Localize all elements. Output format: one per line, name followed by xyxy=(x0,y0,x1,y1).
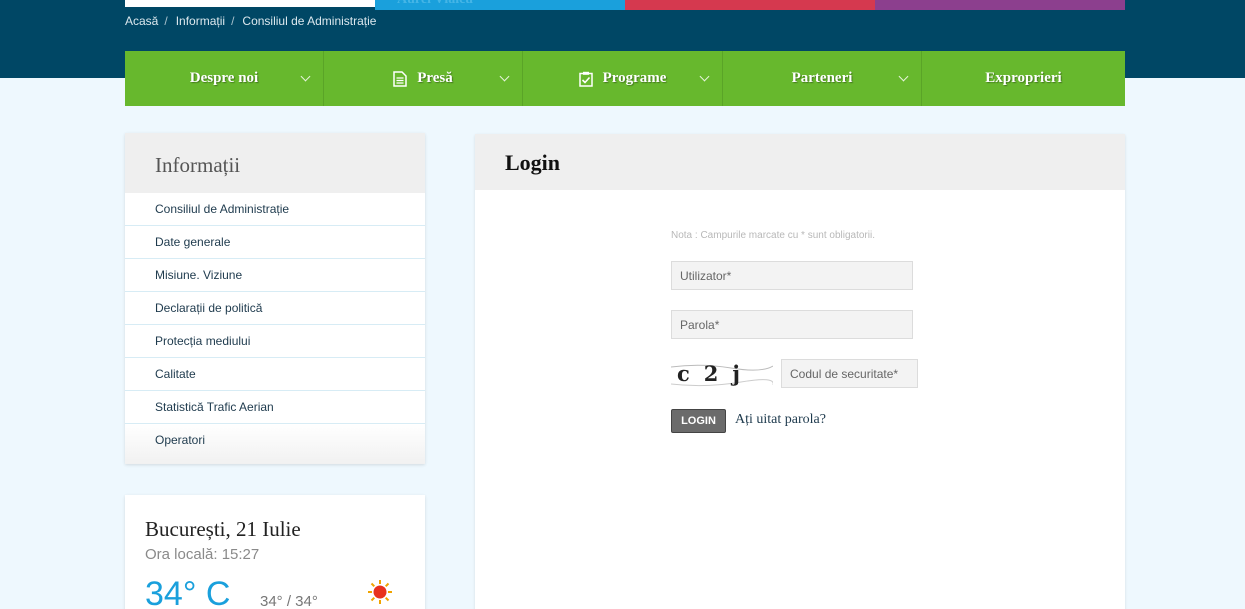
sidebar-item-consiliul[interactable]: Consiliul de Administrație xyxy=(125,193,425,226)
chevron-down-icon xyxy=(499,71,510,82)
nav-label: Parteneri xyxy=(791,70,853,86)
strip-red xyxy=(625,0,875,10)
color-strip: Aurel Vlaicu xyxy=(125,0,1125,10)
sidebar-item-protectia-mediului[interactable]: Protecția mediului xyxy=(125,325,425,358)
main-nav: Despre noi Presă Programe Parteneri Expr… xyxy=(125,51,1125,106)
nav-item-presa[interactable]: Presă xyxy=(324,51,523,106)
document-icon xyxy=(393,70,407,87)
captcha-text: c2j xyxy=(677,361,754,386)
sun-icon xyxy=(368,580,392,604)
banner-text: Aurel Vlaicu xyxy=(397,0,473,8)
login-title: Login xyxy=(475,134,1125,190)
nav-label: Presă xyxy=(417,70,453,86)
weather-range: 34° / 34° xyxy=(260,593,318,609)
weather-widget: București, 21 Iulie Ora locală: 15:27 34… xyxy=(125,495,425,609)
login-button[interactable]: LOGIN xyxy=(671,409,726,433)
strip-purple xyxy=(875,0,1125,10)
sidebar-title: Informații xyxy=(125,133,425,193)
strip-white xyxy=(125,0,375,7)
nav-label: Programe xyxy=(602,70,667,86)
nav-item-programe[interactable]: Programe xyxy=(523,51,723,106)
breadcrumb-informatii[interactable]: Informații xyxy=(176,14,225,28)
chevron-down-icon xyxy=(699,71,710,82)
forgot-password-link[interactable]: Ați uitat parola? xyxy=(735,412,826,428)
breadcrumb-separator: / xyxy=(231,14,235,28)
captcha-image: c2j xyxy=(671,358,773,392)
sidebar-item-statistica[interactable]: Statistică Trafic Aerian xyxy=(125,391,425,424)
password-input[interactable] xyxy=(671,310,913,339)
weather-temperature: 34° C xyxy=(145,575,231,609)
username-input[interactable] xyxy=(671,261,913,290)
login-panel: Login Nota : Campurile marcate cu * sunt… xyxy=(475,134,1125,609)
breadcrumb-separator: / xyxy=(164,14,168,28)
nav-item-despre-noi[interactable]: Despre noi xyxy=(125,51,324,106)
sidebar-item-date-generale[interactable]: Date generale xyxy=(125,226,425,259)
nav-label: Exproprieri xyxy=(985,70,1062,86)
breadcrumb-current: Consiliul de Administrație xyxy=(242,14,377,28)
sidebar-informatii: Informații Consiliul de Administrație Da… xyxy=(125,133,425,464)
chevron-down-icon xyxy=(898,71,909,82)
sidebar-item-calitate[interactable]: Calitate xyxy=(125,358,425,391)
security-code-input[interactable] xyxy=(781,359,918,388)
breadcrumb-home[interactable]: Acasă xyxy=(125,14,158,28)
sidebar-item-operatori[interactable]: Operatori xyxy=(125,424,425,464)
nav-label: Despre noi xyxy=(189,70,259,86)
nav-item-parteneri[interactable]: Parteneri xyxy=(723,51,922,106)
required-fields-note: Nota : Campurile marcate cu * sunt oblig… xyxy=(671,230,875,241)
nav-item-exproprieri[interactable]: Exproprieri xyxy=(922,51,1125,106)
weather-city-date: București, 21 Iulie xyxy=(145,517,301,541)
sidebar-item-declaratii[interactable]: Declarații de politică xyxy=(125,292,425,325)
chevron-down-icon xyxy=(300,71,311,82)
clipboard-check-icon xyxy=(578,71,593,87)
weather-local-time: Ora locală: 15:27 xyxy=(145,546,260,563)
breadcrumb: Acasă / Informații / Consiliul de Admini… xyxy=(125,14,376,28)
sidebar-item-misiune[interactable]: Misiune. Viziune xyxy=(125,259,425,292)
